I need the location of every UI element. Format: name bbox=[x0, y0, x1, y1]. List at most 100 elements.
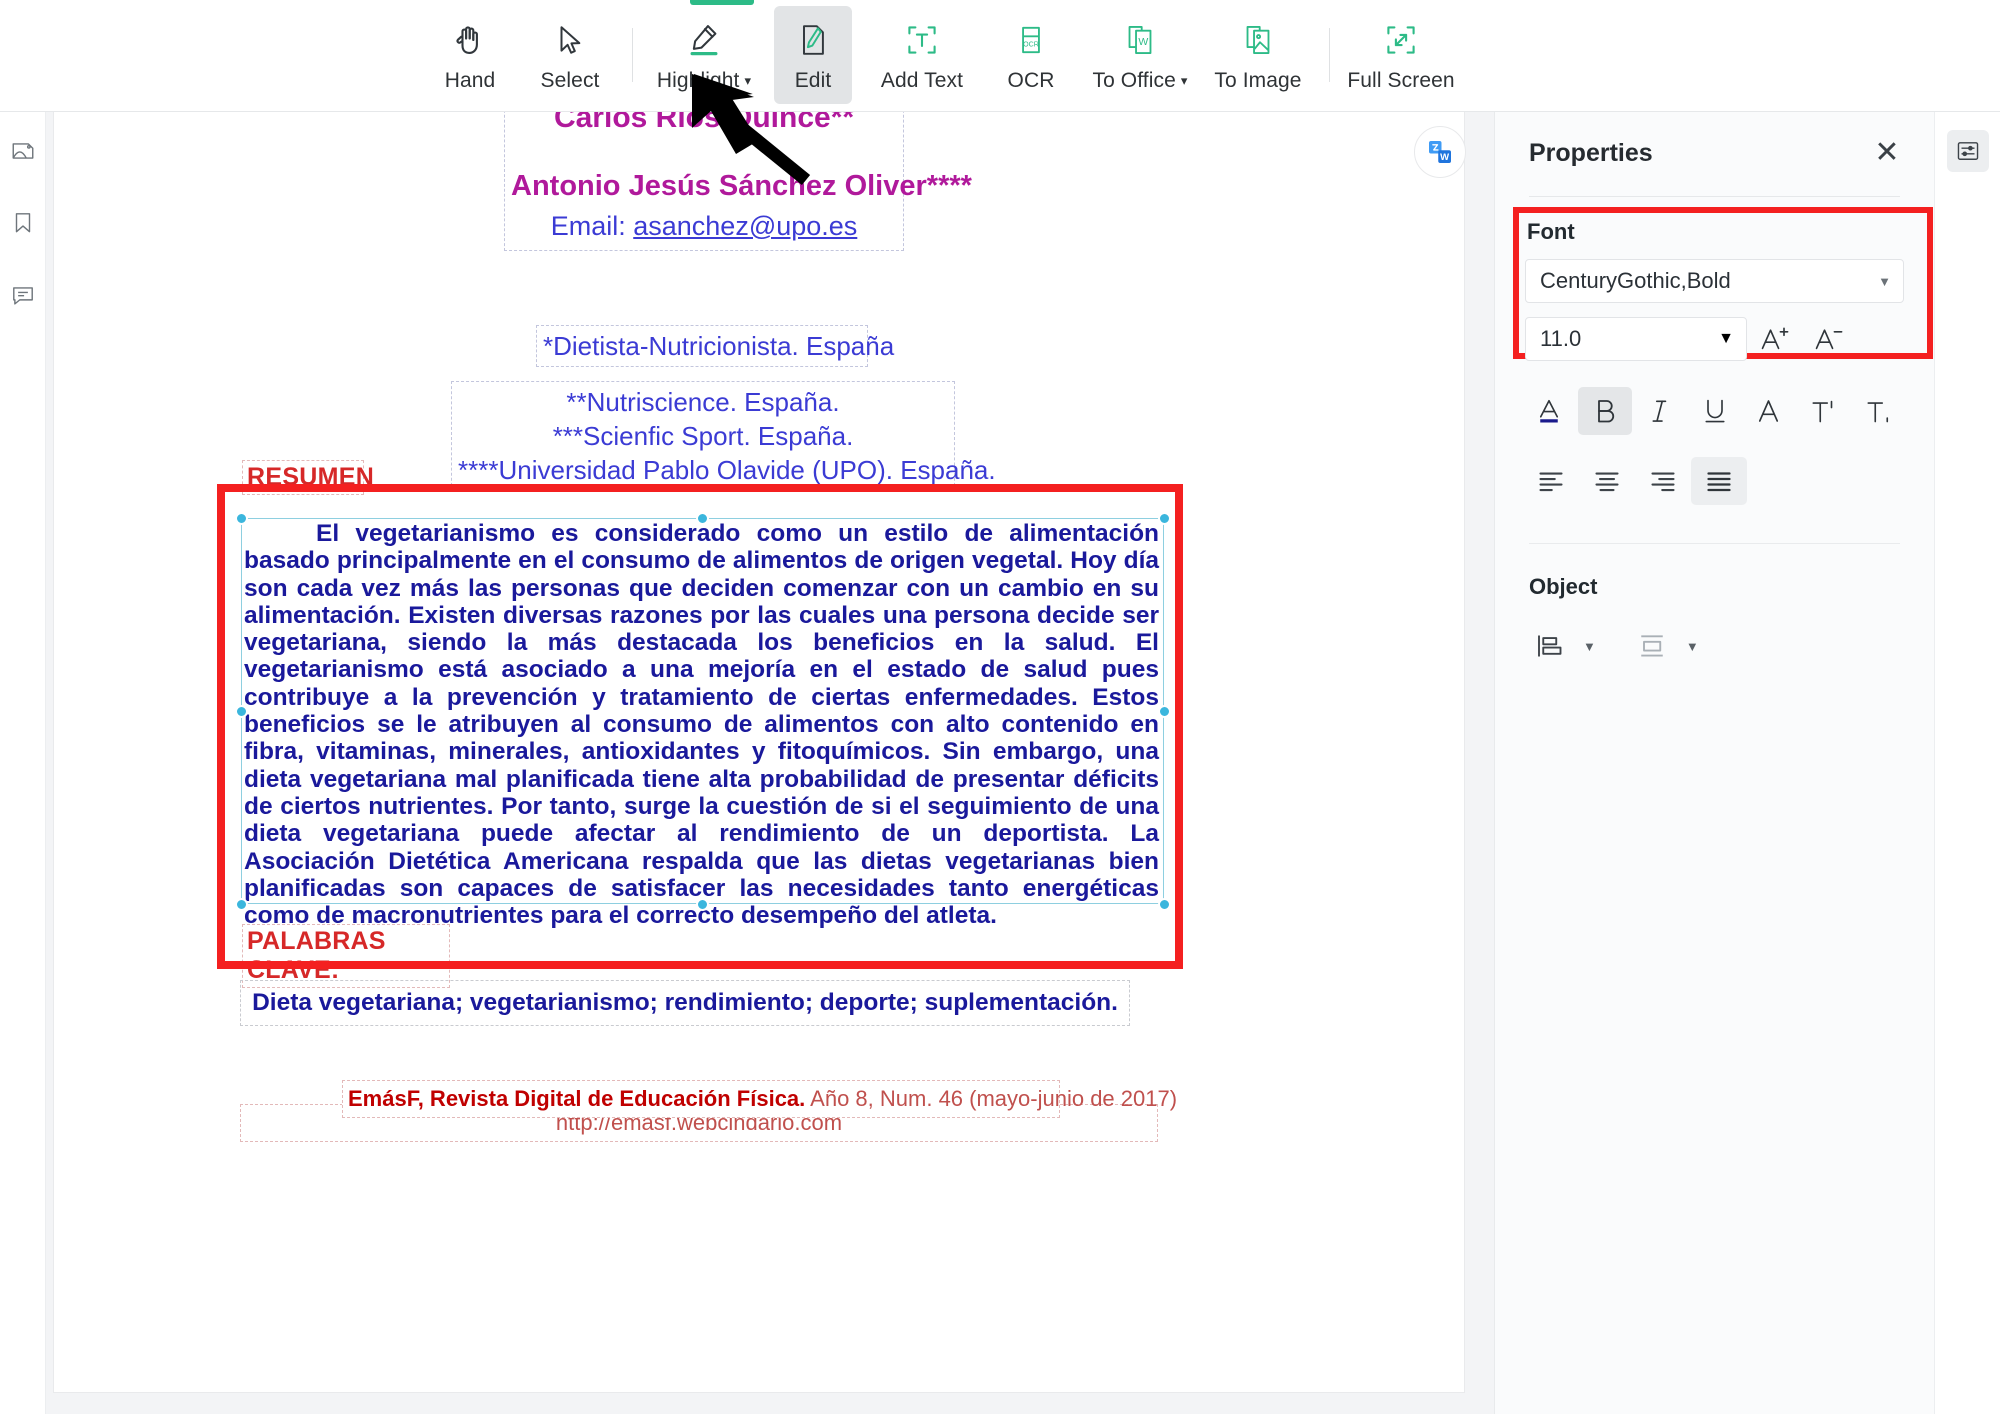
keywords-textbox[interactable]: Dieta vegetariana; vegetarianismo; rendi… bbox=[240, 980, 1130, 1026]
object-buttons-row: ▼ ▼ bbox=[1525, 624, 1934, 668]
selection-handle-bottom-center[interactable] bbox=[696, 898, 709, 911]
toolbar-button-select[interactable]: Select bbox=[520, 0, 620, 112]
toolbar-button-to-office[interactable]: W To Office ▾ bbox=[1081, 0, 1199, 112]
chevron-down-icon[interactable]: ▼ bbox=[1583, 639, 1596, 654]
affiliation-textbox-2[interactable]: **Nutriscience. España. ***Scienfic Spor… bbox=[451, 381, 996, 491]
selection-handle-top-right[interactable] bbox=[1158, 512, 1171, 525]
chevron-down-icon[interactable]: ▾ bbox=[1181, 73, 1188, 89]
cursor-arrow-icon bbox=[550, 20, 590, 60]
chevron-down-icon[interactable]: ▼ bbox=[1686, 639, 1699, 654]
selected-textbox-outline[interactable] bbox=[241, 518, 1164, 904]
toolbar-button-full-screen[interactable]: Full Screen bbox=[1342, 0, 1460, 112]
align-left-icon[interactable] bbox=[1523, 457, 1579, 505]
add-text-icon bbox=[902, 20, 942, 60]
toolbar-button-add-text[interactable]: Add Text bbox=[863, 0, 981, 112]
italic-icon[interactable] bbox=[1632, 387, 1687, 435]
to-image-icon bbox=[1238, 20, 1278, 60]
footer-journal-textbox[interactable]: EmásF, Revista Digital de Educación Físi… bbox=[342, 1080, 1177, 1118]
font-family-value: CenturyGothic,Bold bbox=[1540, 268, 1731, 293]
selection-handle-bottom-left[interactable] bbox=[235, 898, 248, 911]
resumen-heading-textbox[interactable]: RESUMEN bbox=[242, 460, 374, 495]
svg-text:W: W bbox=[1440, 152, 1449, 163]
font-size-row: 11.0 ▼ bbox=[1525, 317, 1904, 361]
authors-textbox[interactable]: Carlos Rios Quince** Antonio Jesús Sánch… bbox=[504, 112, 972, 251]
properties-divider bbox=[1529, 196, 1900, 197]
right-sidebar bbox=[1934, 112, 2000, 1414]
toolbar-label-add-text: Add Text bbox=[880, 68, 964, 92]
highlighter-pen-icon bbox=[684, 20, 724, 60]
align-justify-icon[interactable] bbox=[1691, 457, 1747, 505]
toolbar-button-hand[interactable]: Hand bbox=[420, 0, 520, 112]
document-viewport[interactable]: Carlos Rios Quince** Antonio Jesús Sánch… bbox=[46, 112, 1494, 1414]
selection-handle-middle-left[interactable] bbox=[235, 705, 248, 718]
author-email-line: Email: asanchez@upo.es bbox=[511, 211, 897, 242]
toolbar-divider-2 bbox=[1329, 28, 1330, 82]
email-link[interactable]: asanchez@upo.es bbox=[633, 211, 857, 241]
chevron-down-icon[interactable]: ▼ bbox=[1718, 330, 1734, 348]
footer-journal-name: EmásF, Revista Digital de Educación Físi… bbox=[348, 1086, 806, 1111]
bold-icon[interactable] bbox=[1577, 387, 1633, 435]
selection-handle-top-center[interactable] bbox=[696, 512, 709, 525]
left-sidebar bbox=[0, 112, 46, 1414]
object-section-label: Object bbox=[1529, 574, 1598, 599]
svg-text:W: W bbox=[1138, 36, 1148, 47]
properties-title: Properties bbox=[1529, 138, 1653, 167]
to-office-icon: W bbox=[1120, 20, 1160, 60]
toolbar-label-to-office: To Office ▾ bbox=[1092, 69, 1187, 93]
subscript-icon[interactable] bbox=[1851, 387, 1906, 435]
chevron-down-icon[interactable]: ▼ bbox=[1878, 274, 1891, 289]
toolbar-label-full-screen: Full Screen bbox=[1347, 68, 1455, 92]
increase-font-size-icon[interactable] bbox=[1747, 317, 1801, 361]
author-name-1: Carlos Rios Quince** bbox=[553, 112, 855, 134]
thumbnails-icon[interactable] bbox=[6, 134, 40, 168]
active-tool-indicator bbox=[690, 0, 754, 5]
toolbar-label-hand: Hand bbox=[444, 68, 496, 92]
text-style-row bbox=[1523, 387, 1906, 435]
font-color-icon[interactable] bbox=[1523, 387, 1578, 435]
toolbar-label-to-image: To Image bbox=[1214, 68, 1302, 92]
pdf-page[interactable]: Carlos Rios Quince** Antonio Jesús Sánch… bbox=[54, 112, 1464, 1392]
full-screen-icon bbox=[1381, 20, 1421, 60]
toolbar-button-ocr[interactable]: OCR OCR bbox=[981, 0, 1081, 112]
font-size-select[interactable]: 11.0 ▼ bbox=[1525, 317, 1747, 361]
font-size-value: 11.0 bbox=[1540, 326, 1582, 351]
toolbar-label-highlight: Highlight ▾ bbox=[657, 69, 751, 93]
properties-panel: Properties ✕ Font CenturyGothic,Bold ▼ 1… bbox=[1494, 112, 1934, 1414]
font-family-select[interactable]: CenturyGothic,Bold ▼ bbox=[1525, 259, 1904, 303]
toolbar-label-edit: Edit bbox=[794, 68, 832, 92]
edit-pencil-document-icon bbox=[793, 20, 833, 60]
affiliation-textbox-1[interactable]: *Dietista-Nutricionista. España bbox=[536, 325, 895, 367]
strikethrough-icon[interactable] bbox=[1742, 387, 1797, 435]
selection-handle-top-left[interactable] bbox=[235, 512, 248, 525]
font-section-label: Font bbox=[1527, 219, 1575, 244]
distribute-objects-icon[interactable] bbox=[1628, 624, 1676, 668]
pdf-to-word-icon[interactable]: W bbox=[1414, 126, 1466, 178]
properties-header: Properties ✕ bbox=[1495, 112, 1934, 168]
bookmark-icon[interactable] bbox=[6, 206, 40, 240]
toolbar-label-ocr: OCR bbox=[1007, 68, 1055, 92]
toolbar-button-edit[interactable]: Edit bbox=[763, 0, 863, 112]
close-icon[interactable]: ✕ bbox=[1872, 138, 1902, 168]
selection-handle-bottom-right[interactable] bbox=[1158, 898, 1171, 911]
keywords-text: Dieta vegetariana; vegetarianismo; rendi… bbox=[252, 989, 1118, 1016]
email-label: Email: bbox=[550, 211, 626, 241]
chevron-down-icon[interactable]: ▾ bbox=[744, 73, 751, 89]
align-center-icon[interactable] bbox=[1579, 457, 1635, 505]
font-section: Font CenturyGothic,Bold ▼ 11.0 ▼ bbox=[1513, 207, 1933, 361]
decrease-font-size-icon[interactable] bbox=[1801, 317, 1855, 361]
affiliation-line: **Nutriscience. España. bbox=[566, 387, 840, 417]
main-toolbar: Hand Select Highlight ▾ Edit Add Text OC… bbox=[0, 0, 2000, 112]
superscript-icon[interactable] bbox=[1797, 387, 1852, 435]
palabras-clave-heading-textbox[interactable]: PALABRAS CLAVE: bbox=[242, 924, 450, 988]
toolbar-label-select: Select bbox=[540, 68, 600, 92]
properties-panel-toggle-icon[interactable] bbox=[1946, 130, 1989, 172]
affiliation-line: *Dietista-Nutricionista. España bbox=[543, 331, 895, 361]
underline-icon[interactable] bbox=[1687, 387, 1742, 435]
align-objects-icon[interactable] bbox=[1525, 624, 1573, 668]
svg-text:OCR: OCR bbox=[1023, 40, 1039, 48]
align-right-icon[interactable] bbox=[1635, 457, 1691, 505]
toolbar-button-highlight[interactable]: Highlight ▾ bbox=[645, 0, 763, 112]
comment-icon[interactable] bbox=[6, 278, 40, 312]
selection-handle-middle-right[interactable] bbox=[1158, 705, 1171, 718]
toolbar-button-to-image[interactable]: To Image bbox=[1199, 0, 1317, 112]
